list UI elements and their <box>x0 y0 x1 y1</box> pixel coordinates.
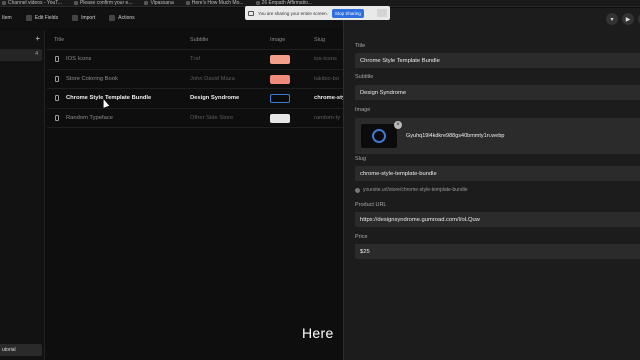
screen-share-banner: You are sharing your entire screen. Stop… <box>245 6 390 20</box>
price-label: Price <box>355 234 368 240</box>
edit-icon <box>25 15 32 21</box>
sidebar-item-selected[interactable]: 4 <box>0 49 42 61</box>
row-image-thumbnail <box>270 113 290 123</box>
item-editor-panel: Store Item ▾ ▶ ⋯ Title Chrome Style Temp… <box>343 8 640 360</box>
chrome-logo-icon <box>372 129 386 143</box>
play-icon[interactable]: ▶ <box>622 13 634 25</box>
share-status-text: You are sharing your entire screen. <box>258 10 328 16</box>
add-collection-icon[interactable]: + <box>35 34 40 43</box>
remove-image-icon[interactable]: × <box>394 121 402 129</box>
image-field[interactable]: × Gyuhq19l4kdkre988gs40bmmty1n.webp <box>355 118 640 154</box>
items-table: Title Subtitle Image Slug IOS Icons Traf… <box>47 30 345 128</box>
row-image-thumbnail <box>270 74 290 84</box>
document-icon <box>55 56 59 62</box>
table-row[interactable]: IOS Icons Traf ios-icons <box>47 50 345 70</box>
slug-field[interactable]: chrome-style-template-bundle <box>355 166 640 181</box>
slug-url-hint: yoursite.url/store/chrome-style-template… <box>355 187 468 193</box>
row-slug: chrome-sty <box>314 95 345 101</box>
row-title: IOS Icons <box>66 56 92 62</box>
row-slug: takibio-bo <box>314 75 340 82</box>
collections-sidebar: + 4 utorial <box>0 30 45 360</box>
row-subtitle: Other Side Store <box>190 114 234 121</box>
table-header: Title Subtitle Image Slug <box>47 30 345 50</box>
bookmark-item[interactable]: Vipassana <box>144 0 174 6</box>
title-label: Title <box>355 43 366 49</box>
table-row[interactable]: Random Typeface Other Side Store random-… <box>47 109 345 128</box>
document-icon <box>55 114 59 121</box>
bookmark-item[interactable]: Please confirm your e... <box>73 0 132 6</box>
favicon-icon <box>2 1 6 5</box>
info-icon <box>355 187 360 193</box>
favicon-icon <box>255 1 260 5</box>
image-label: Image <box>355 107 371 113</box>
image-preview <box>361 124 397 148</box>
row-subtitle: Design Syndrome <box>190 95 240 101</box>
column-header-image[interactable]: Image <box>270 37 285 43</box>
row-slug: ios-icons <box>314 56 337 62</box>
tutorial-button[interactable]: utorial <box>0 344 42 356</box>
title-field[interactable]: Chrome Style Template Bundle <box>355 53 640 68</box>
actions-icon <box>109 15 116 21</box>
favicon-icon <box>73 1 78 5</box>
row-image-thumbnail <box>270 94 290 103</box>
dropdown-icon[interactable]: ▾ <box>606 13 618 25</box>
row-title: Random Typeface <box>66 114 113 121</box>
image-filename: Gyuhq19l4kdkre988gs40bmmty1n.webp <box>406 133 505 139</box>
favicon-icon <box>185 1 190 5</box>
import-button[interactable]: Import <box>72 15 95 21</box>
document-icon <box>55 75 59 82</box>
product-url-label: Product URL <box>355 202 387 208</box>
screen-share-icon <box>248 10 254 16</box>
stop-sharing-button[interactable]: Stop Sharing <box>331 8 364 18</box>
slug-label: Slug <box>355 156 367 162</box>
edit-fields-button[interactable]: Edit Fields <box>25 15 58 21</box>
row-image-thumbnail <box>270 55 290 64</box>
new-item-button[interactable]: Item <box>2 15 12 21</box>
document-icon <box>55 95 59 101</box>
subtitle-label: Subtitle <box>355 74 374 80</box>
table-row-selected[interactable]: Chrome Style Template Bundle Design Synd… <box>47 89 345 109</box>
video-caption: Here <box>302 325 334 341</box>
row-title: Store Coloring Book <box>66 75 118 82</box>
actions-button[interactable]: Actions <box>109 15 135 21</box>
price-field[interactable]: $25 <box>355 244 640 259</box>
bookmark-item[interactable]: Here's How Much Mo... <box>185 0 244 6</box>
bookmark-item[interactable]: Channel videos - YouT... <box>2 0 62 6</box>
row-slug: random-ty <box>314 114 341 121</box>
favicon-icon <box>144 1 149 5</box>
import-icon <box>72 15 79 21</box>
table-row[interactable]: Store Coloring Book John David Maza taki… <box>47 70 345 89</box>
product-url-field[interactable]: https://designsyndrome.gumroad.com/l/oLQ… <box>355 212 640 227</box>
row-title: Chrome Style Template Bundle <box>66 95 152 101</box>
column-header-title[interactable]: Title <box>54 37 64 43</box>
hide-banner-button[interactable] <box>377 9 387 17</box>
row-subtitle: Traf <box>190 56 201 62</box>
column-header-slug[interactable]: Slug <box>314 37 325 43</box>
subtitle-field[interactable]: Design Syndrome <box>355 85 640 100</box>
row-subtitle: John David Maza <box>190 75 235 82</box>
item-count-badge: 4 <box>35 51 38 57</box>
column-header-subtitle[interactable]: Subtitle <box>190 37 208 43</box>
app-window: Channel videos - YouT... Please confirm … <box>0 0 640 360</box>
